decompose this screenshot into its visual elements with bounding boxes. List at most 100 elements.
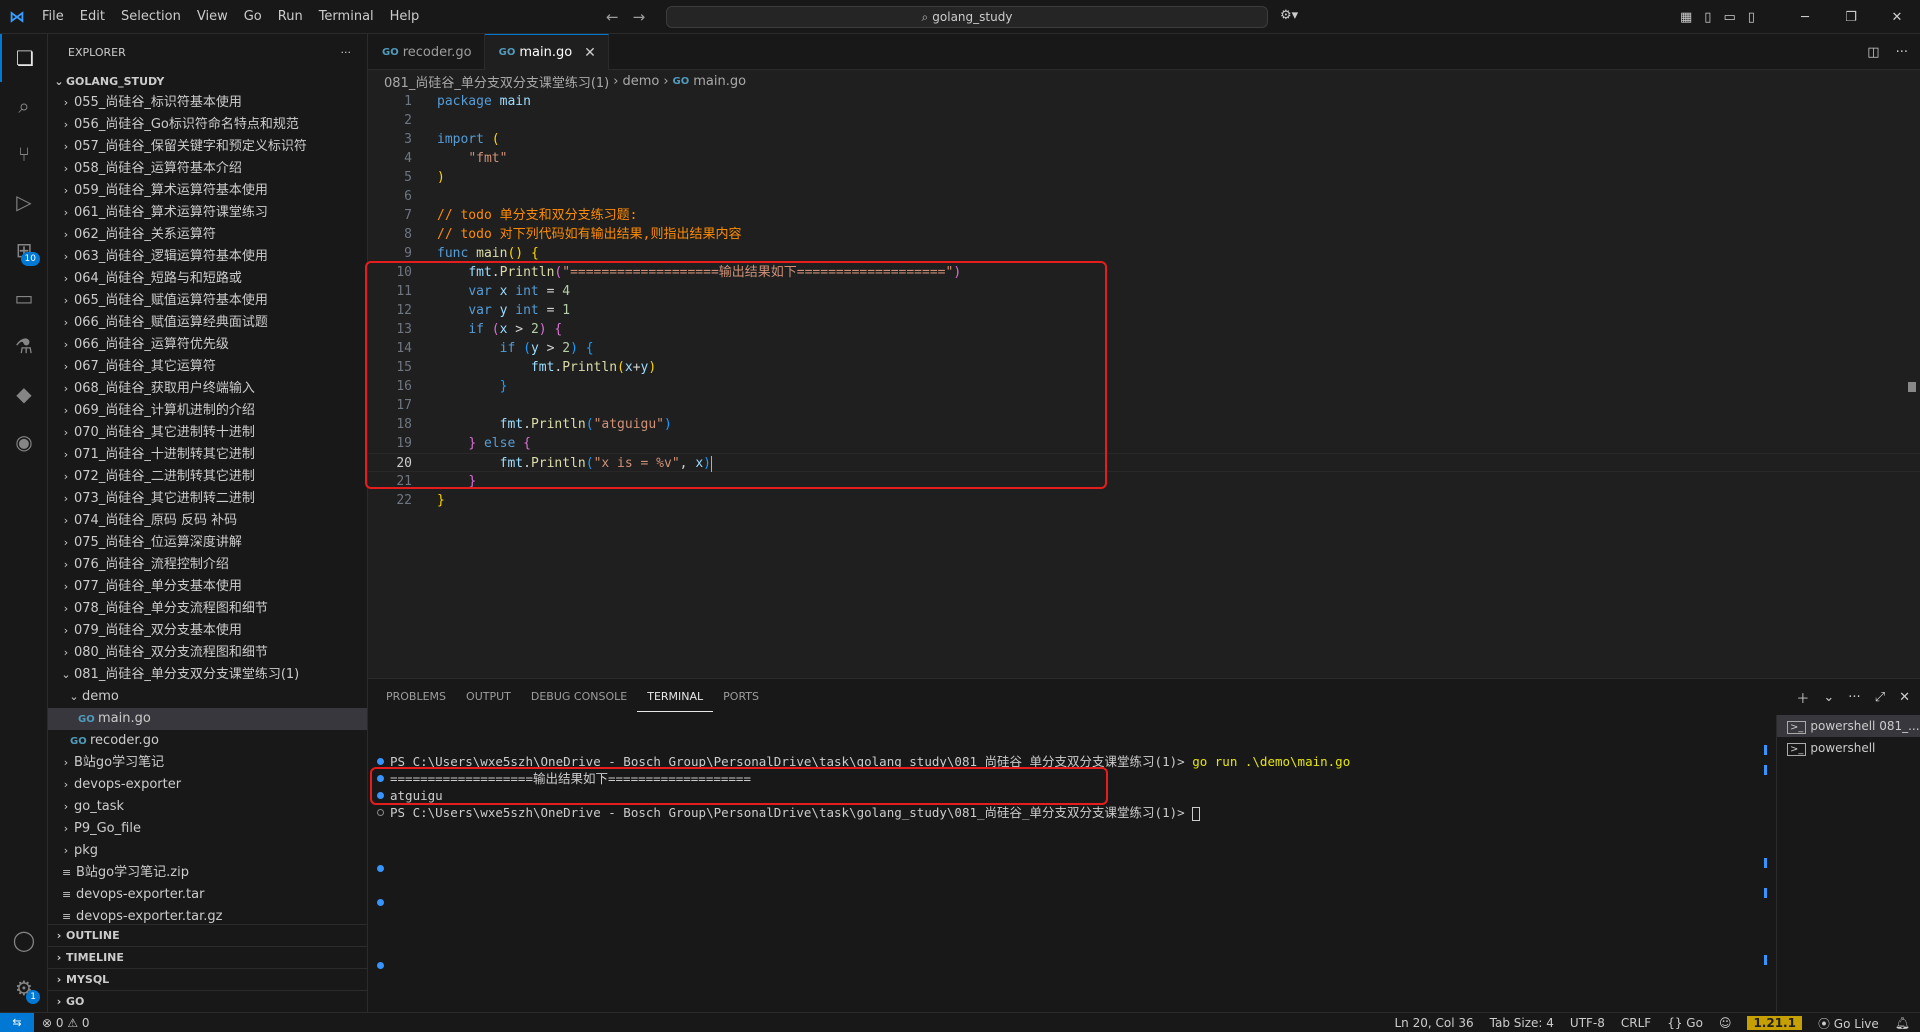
testing-icon[interactable]: ⚗ [0,322,48,370]
tab-main-go[interactable]: GO main.go ✕ [484,34,609,70]
tree-folder[interactable]: › 077_尚硅谷_单分支基本使用 [48,576,367,598]
tree-folder[interactable]: › 071_尚硅谷_十进制转其它进制 [48,444,367,466]
run-debug-icon[interactable]: ▷ [0,178,48,226]
tree-folder[interactable]: › 079_尚硅谷_双分支基本使用 [48,620,367,642]
copilot-status-icon[interactable]: ☺ [1719,1016,1732,1030]
tree-folder[interactable]: › 078_尚硅谷_单分支流程图和细节 [48,598,367,620]
section-mysql[interactable]: › MYSQL [48,968,368,990]
tree-folder[interactable]: › go_task [48,796,367,818]
tree-folder[interactable]: › devops-exporter [48,774,367,796]
breadcrumb-subfolder[interactable]: demo [622,74,659,89]
restore-icon[interactable]: ❐ [1828,0,1874,34]
source-control-icon[interactable]: ⑂ [0,130,48,178]
tree-file[interactable]: ≡ B站go学习笔记.zip [48,862,367,884]
section-go[interactable]: › GO [48,990,368,1012]
back-arrow-icon[interactable]: ← [606,8,619,26]
section-timeline[interactable]: › TIMELINE [48,946,368,968]
breadcrumb-folder[interactable]: 081_尚硅谷_单分支双分支课堂练习(1) [384,72,609,91]
tree-folder[interactable]: › 055_尚硅谷_标识符基本使用 [48,92,367,114]
command-center-search[interactable]: ⌕ golang_study [666,6,1268,28]
split-editor-icon[interactable]: ◫ [1867,45,1879,60]
tree-folder[interactable]: › 062_尚硅谷_关系运算符 [48,224,367,246]
explorer-icon[interactable]: ❏ [0,34,48,82]
tree-file[interactable]: GO main.go [48,708,367,730]
tree-folder[interactable]: › 076_尚硅谷_流程控制介绍 [48,554,367,576]
search-view-icon[interactable]: ⌕ [0,82,48,130]
menu-terminal[interactable]: Terminal [311,0,382,34]
tree-folder[interactable]: › 059_尚硅谷_算术运算符基本使用 [48,180,367,202]
panel-more-icon[interactable]: ··· [1848,690,1860,705]
tree-folder[interactable]: › 080_尚硅谷_双分支流程图和细节 [48,642,367,664]
new-terminal-icon[interactable]: ＋ [1796,688,1809,707]
terminal-item-powershell-1[interactable]: >_ powershell 081_... [1777,715,1920,737]
end-of-line[interactable]: CRLF [1621,1016,1651,1030]
json-icon[interactable]: ◉ [0,418,48,466]
maximize-panel-icon[interactable]: ⤢ [1875,690,1885,705]
tree-folder[interactable]: › pkg [48,840,367,862]
menu-view[interactable]: View [189,0,236,34]
tree-file[interactable]: GO recoder.go [48,730,367,752]
tree-folder[interactable]: › 073_尚硅谷_其它进制转二进制 [48,488,367,510]
encoding[interactable]: UTF-8 [1570,1016,1605,1030]
terminal-item-powershell-2[interactable]: >_ powershell [1777,737,1920,759]
tree-folder[interactable]: › 069_尚硅谷_计算机进制的介绍 [48,400,367,422]
tree-folder[interactable]: › 068_尚硅谷_获取用户终端输入 [48,378,367,400]
menu-selection[interactable]: Selection [113,0,189,34]
breadcrumb-file[interactable]: main.go [693,74,746,89]
tree-folder[interactable]: › 072_尚硅谷_二进制转其它进制 [48,466,367,488]
code-editor[interactable]: 1 package main 2 3 import ( 4 "fmt" 5) 6 7… [365,92,1920,672]
menu-go[interactable]: Go [236,0,270,34]
tree-folder[interactable]: ⌄ 081_尚硅谷_单分支双分支课堂练习(1) [48,664,367,686]
close-panel-icon[interactable]: ✕ [1899,690,1910,705]
problems-indicator[interactable]: ⊗ 0 ⚠ 0 [42,1016,90,1030]
panel-tab-output[interactable]: OUTPUT [456,679,521,715]
tree-folder[interactable]: ⌄ demo [48,686,367,708]
minimap-slider[interactable] [1908,382,1916,392]
close-tab-icon[interactable]: ✕ [584,45,596,61]
tree-folder[interactable]: › 056_尚硅谷_Go标识符命名特点和规范 [48,114,367,136]
panel-tab-ports[interactable]: PORTS [713,679,769,715]
editor-more-icon[interactable]: ··· [1896,45,1908,60]
tree-folder[interactable]: › 065_尚硅谷_赋值运算符基本使用 [48,290,367,312]
tree-folder[interactable]: › 067_尚硅谷_其它运算符 [48,356,367,378]
tree-folder[interactable]: › 057_尚硅谷_保留关键字和预定义标识符 [48,136,367,158]
menu-file[interactable]: File [34,0,72,34]
panel-tab-terminal[interactable]: TERMINAL [637,683,714,712]
tree-folder[interactable]: › 070_尚硅谷_其它进制转十进制 [48,422,367,444]
workspace-root[interactable]: ⌄ GOLANG_STUDY [48,70,367,92]
notifications-bell-icon[interactable]: 🔔︎ [1895,1016,1910,1030]
minimize-icon[interactable]: ─ [1782,0,1828,34]
tree-folder[interactable]: › 075_尚硅谷_位运算深度讲解 [48,532,367,554]
remote-explorer-icon[interactable]: ▭ [0,274,48,322]
python-icon[interactable]: ◆ [0,370,48,418]
cursor-position[interactable]: Ln 20, Col 36 [1394,1016,1473,1030]
tree-folder[interactable]: › 066_尚硅谷_赋值运算经典面试题 [48,312,367,334]
tree-file[interactable]: ≡ devops-exporter.tar [48,884,367,906]
language-mode[interactable]: {} Go [1667,1016,1703,1030]
close-window-icon[interactable]: ✕ [1874,0,1920,34]
toggle-secondary-sidebar-icon[interactable]: ▯ [1748,10,1755,25]
tree-folder[interactable]: › 066_尚硅谷_运算符优先级 [48,334,367,356]
section-outline[interactable]: › OUTLINE [48,924,368,946]
menu-help[interactable]: Help [382,0,428,34]
tree-folder[interactable]: › B站go学习笔记 [48,752,367,774]
remote-indicator-icon[interactable]: ⇆ [0,1012,34,1032]
panel-tab-debug-console[interactable]: DEBUG CONSOLE [521,679,637,715]
extensions-icon[interactable]: ⊞ 10 [0,226,48,274]
forward-arrow-icon[interactable]: → [633,8,646,26]
terminal[interactable]: PS C:\Users\wxe5szh\OneDrive - Bosch Gro… [368,715,1768,1013]
tree-folder[interactable]: › 074_尚硅谷_原码 反码 补码 [48,510,367,532]
go-live-button[interactable]: ⦿ Go Live [1818,1015,1879,1032]
menu-run[interactable]: Run [270,0,311,34]
chevron-down-icon[interactable]: ⌄ [1823,690,1834,705]
more-actions-icon[interactable]: ··· [341,46,352,59]
customize-layout-icon[interactable]: ▦ [1680,10,1692,25]
menu-edit[interactable]: Edit [72,0,113,34]
tab-size[interactable]: Tab Size: 4 [1490,1016,1554,1030]
toggle-sidebar-icon[interactable]: ▯ [1704,10,1711,25]
copilot-icon[interactable]: ⚙▾ [1280,8,1298,23]
accounts-icon[interactable]: ◯ [0,916,48,964]
tree-folder[interactable]: › 061_尚硅谷_算术运算符课堂练习 [48,202,367,224]
manage-gear-icon[interactable]: ⚙ 1 [0,964,48,1012]
toggle-panel-icon[interactable]: ▭ [1723,10,1735,25]
